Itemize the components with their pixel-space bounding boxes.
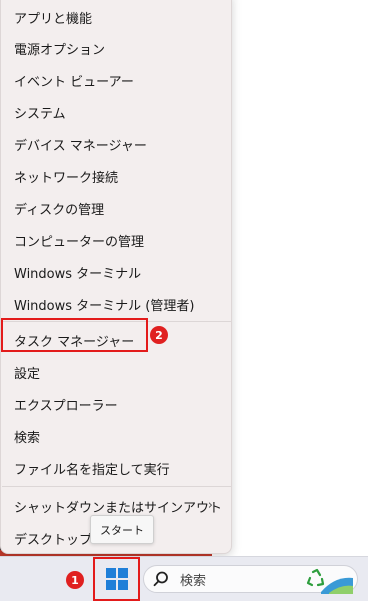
chevron-right-icon: › — [207, 498, 213, 513]
menu-item-device-manager[interactable]: デバイス マネージャー — [5, 129, 227, 159]
menu-item-windows-terminal-admin[interactable]: Windows ターミナル (管理者) — [5, 289, 227, 319]
menu-item-apps-features[interactable]: アプリと機能 — [5, 2, 227, 32]
quick-link-menu: アプリと機能 電源オプション イベント ビューアー システム デバイス マネージ… — [0, 0, 232, 554]
taskbar: 1 検索 — [0, 556, 368, 601]
step-badge-1: 1 — [66, 571, 84, 589]
menu-item-disk-management[interactable]: ディスクの管理 — [5, 193, 227, 223]
windows-logo-icon — [105, 568, 128, 590]
menu-item-settings[interactable]: 設定 — [5, 357, 227, 387]
start-tooltip: スタート — [90, 515, 154, 544]
search-icon — [153, 571, 168, 587]
menu-item-computer-management[interactable]: コンピューターの管理 — [5, 225, 227, 255]
recycle-bin-icon — [306, 568, 353, 594]
start-button[interactable] — [93, 557, 140, 601]
menu-item-search[interactable]: 検索 — [5, 421, 227, 451]
menu-item-system[interactable]: システム — [5, 97, 227, 127]
menu-item-explorer[interactable]: エクスプローラー — [5, 389, 227, 419]
task-manager-highlight — [1, 318, 148, 352]
menu-divider — [2, 486, 231, 487]
menu-item-run[interactable]: ファイル名を指定して実行 — [5, 453, 227, 483]
taskbar-search-box[interactable]: 検索 — [143, 565, 358, 594]
menu-item-power-options[interactable]: 電源オプション — [5, 33, 227, 63]
menu-item-windows-terminal[interactable]: Windows ターミナル — [5, 257, 227, 287]
search-placeholder: 検索 — [180, 573, 207, 589]
step-badge-2: 2 — [150, 326, 168, 344]
menu-item-event-viewer[interactable]: イベント ビューアー — [5, 65, 227, 95]
menu-item-network-connections[interactable]: ネットワーク接続 — [5, 161, 227, 191]
